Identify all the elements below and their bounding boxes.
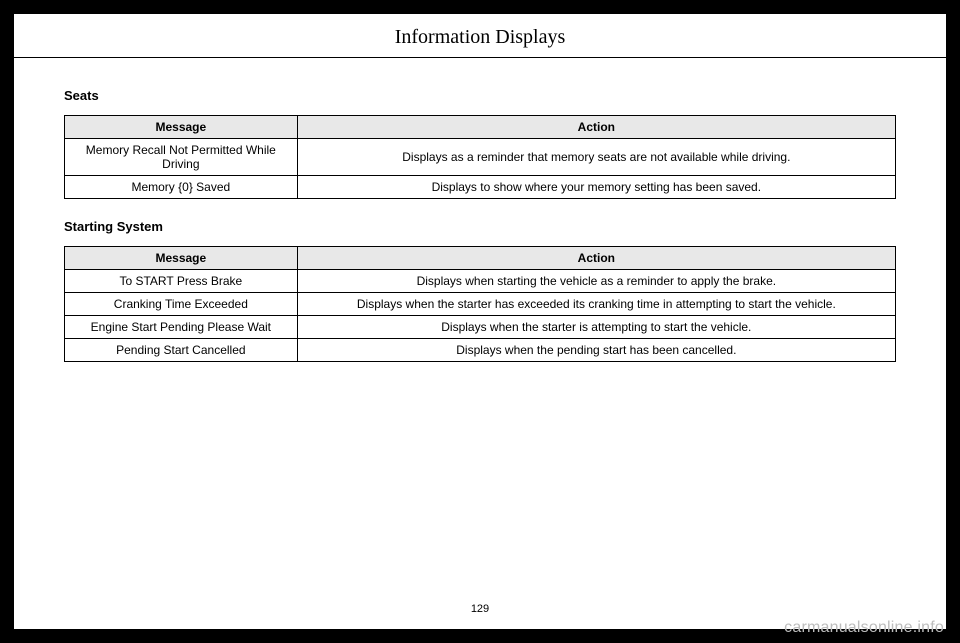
col-header-message: Message [65,247,298,270]
table-row: To START Press Brake Displays when start… [65,270,896,293]
section-heading-seats: Seats [64,88,896,103]
table-row: Cranking Time Exceeded Displays when the… [65,293,896,316]
page-title: Information Displays [14,14,946,58]
cell-action: Displays when the starter has exceeded i… [297,293,895,316]
table-row: Memory Recall Not Permitted While Drivin… [65,139,896,176]
cell-action: Displays as a reminder that memory seats… [297,139,895,176]
table-row: Engine Start Pending Please Wait Display… [65,316,896,339]
col-header-action: Action [297,247,895,270]
section-heading-starting: Starting System [64,219,896,234]
cell-message: Cranking Time Exceeded [65,293,298,316]
cell-message: Memory Recall Not Permitted While Drivin… [65,139,298,176]
col-header-message: Message [65,116,298,139]
cell-message: To START Press Brake [65,270,298,293]
seats-table: Message Action Memory Recall Not Permitt… [64,115,896,199]
cell-message: Pending Start Cancelled [65,339,298,362]
cell-action: Displays when the pending start has been… [297,339,895,362]
cell-message: Memory {0} Saved [65,176,298,199]
starting-table: Message Action To START Press Brake Disp… [64,246,896,362]
cell-action: Displays when the starter is attempting … [297,316,895,339]
cell-action: Displays to show where your memory setti… [297,176,895,199]
table-row: Memory {0} Saved Displays to show where … [65,176,896,199]
table-header-row: Message Action [65,247,896,270]
table-row: Pending Start Cancelled Displays when th… [65,339,896,362]
watermark: carmanualsonline.info [784,619,944,637]
col-header-action: Action [297,116,895,139]
table-header-row: Message Action [65,116,896,139]
cell-action: Displays when starting the vehicle as a … [297,270,895,293]
manual-page: Information Displays Seats Message Actio… [14,14,946,629]
page-content: Seats Message Action Memory Recall Not P… [14,58,946,603]
cell-message: Engine Start Pending Please Wait [65,316,298,339]
